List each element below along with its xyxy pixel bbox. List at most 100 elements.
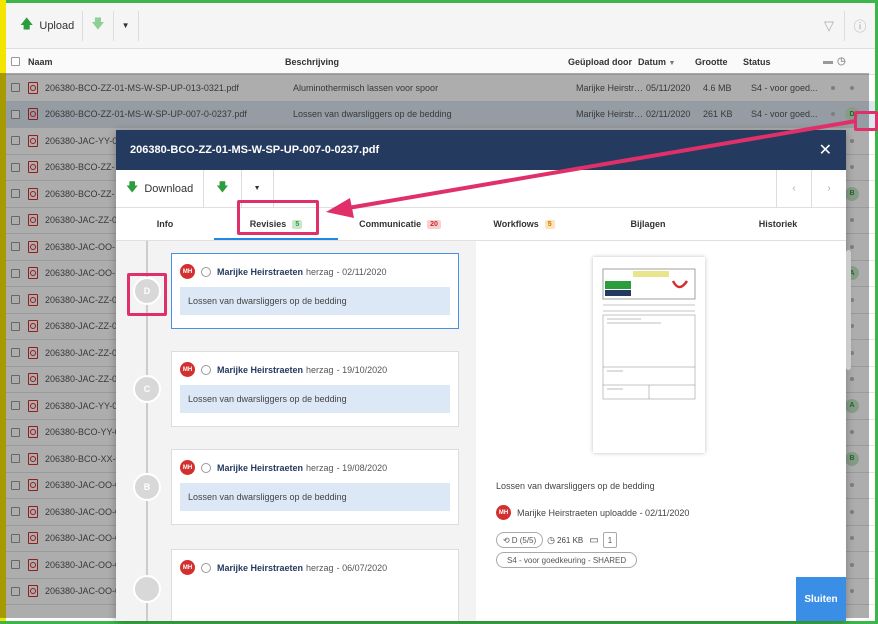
toolbar-divider	[272, 169, 274, 208]
revision-author: Marijke Heirstraeten	[217, 364, 304, 375]
document-thumbnail[interactable]	[593, 257, 705, 453]
attachment-count-pill[interactable]: 1	[602, 532, 618, 548]
preview-description: Lossen van dwarsliggers op de bedding	[496, 481, 655, 491]
col-status[interactable]: Status	[743, 57, 823, 67]
revision-marker: B	[133, 473, 161, 501]
close-button[interactable]: Sluiten	[796, 577, 846, 621]
history-icon	[201, 266, 211, 277]
col-naam[interactable]: Naam	[20, 57, 285, 67]
avatar: MH	[180, 560, 195, 575]
grid-header: Naam Beschrijving Geüpload door Datum ▼ …	[6, 49, 875, 75]
revision-marker: C	[133, 375, 161, 403]
avatar: MH	[180, 362, 195, 377]
modal-header: 206380-BCO-ZZ-01-MS-W-SP-UP-007-0-0237.p…	[116, 130, 846, 170]
preview-meta-pills: ⟲ D (5/5) ◷ 261 KB ▭ 1	[496, 532, 621, 548]
tab-info[interactable]: Info	[116, 208, 214, 240]
modal-toolbar: 🡇 Download 🡇 ▼ ‹ ›	[116, 169, 846, 208]
arrow-down-icon: 🡇	[126, 180, 139, 194]
tab-workflows[interactable]: Workflows 5	[462, 208, 586, 240]
avatar: MH	[180, 264, 195, 279]
tab-communicatie[interactable]: Communicatie 20	[338, 208, 462, 240]
revision-header: MH Marijke Heirstraeten herzag - 06/07/2020	[180, 560, 450, 575]
col-datum-label: Datum	[638, 56, 667, 67]
modal-download-options-button[interactable]: 🡇	[204, 170, 240, 208]
tab-bijlagen-label: Bijlagen	[630, 219, 666, 229]
preview-uploader: MH Marijke Heirstraeten uploadde - 02/11…	[496, 505, 689, 520]
revision-action: herzag	[306, 462, 334, 473]
history-icon	[201, 562, 211, 573]
revision-date: - 19/08/2020	[336, 462, 388, 473]
info-icon: ⓘ	[853, 19, 867, 34]
tab-revisies-count: 5	[292, 219, 303, 229]
tab-revisies[interactable]: Revisies 5	[214, 208, 338, 240]
revision-pill[interactable]: ⟲ D (5/5)	[496, 532, 544, 548]
col-geupload-door[interactable]: Geüpload door	[568, 57, 638, 67]
revision-author: Marijke Heirstraeten	[217, 266, 304, 277]
folder-icon[interactable]: ▭	[589, 535, 598, 546]
preview-scrollbar[interactable]	[846, 250, 851, 370]
col-beschrijving[interactable]: Beschrijving	[285, 57, 568, 67]
preview-uploader-text: Marijke Heirstraeten uploadde - 02/11/20…	[517, 507, 690, 518]
revision-card[interactable]: MH Marijke Heirstraeten herzag - 06/07/2020	[171, 549, 459, 621]
revision-date: - 02/11/2020	[336, 266, 387, 277]
revision-author: Marijke Heirstraeten	[217, 462, 304, 473]
avatar: MH	[180, 460, 195, 475]
close-icon[interactable]: ✕	[819, 140, 832, 160]
tab-historiek[interactable]: Historiek	[710, 208, 846, 240]
history-icon: ⟲	[503, 535, 510, 545]
col-grootte[interactable]: Grootte	[695, 57, 743, 67]
revision-card[interactable]: MH Marijke Heirstraeten herzag - 19/10/2020…	[171, 351, 459, 427]
download-button[interactable]: 🡇	[83, 11, 112, 41]
tab-bijlagen[interactable]: Bijlagen	[586, 208, 710, 240]
tab-communicatie-count: 20	[427, 219, 441, 229]
revision-card[interactable]: MH Marijke Heirstraeten herzag - 19/08/2020…	[171, 449, 459, 525]
preview-status: S4 - voor goedkeuring - SHARED	[496, 552, 641, 568]
history-icon	[201, 364, 211, 375]
modal-title: 206380-BCO-ZZ-01-MS-W-SP-UP-007-0-0237.p…	[130, 144, 380, 156]
info-button[interactable]: ⓘ	[845, 11, 875, 41]
revision-action: herzag	[306, 562, 334, 573]
previous-icon[interactable]: ‹	[777, 183, 811, 194]
revision-description: Lossen van dwarsliggers op de bedding	[180, 483, 450, 511]
avatar: MH	[496, 505, 511, 520]
clock-icon: ◷	[547, 534, 556, 545]
more-dropdown-button[interactable]: ▼	[114, 11, 138, 41]
revision-marker	[133, 575, 161, 603]
revision-pill-label: D (5/5)	[511, 535, 537, 545]
toolbar-divider	[137, 10, 139, 41]
tab-workflows-label: Workflows	[493, 219, 539, 229]
filter-icon: ▽	[824, 17, 834, 33]
tab-historiek-label: Historiek	[758, 219, 798, 229]
revision-icon: ◷	[837, 56, 846, 67]
filter-button[interactable]: ▽	[814, 11, 844, 41]
tab-revisies-label: Revisies	[249, 219, 287, 229]
modal-download-button[interactable]: 🡇 Download	[116, 170, 203, 208]
tab-workflows-count: 5	[544, 219, 555, 229]
toolbar: 🡅 Upload 🡇 ▼ ▽ ⓘ	[6, 3, 875, 49]
revision-header: MH Marijke Heirstraeten herzag - 02/11/2020	[180, 264, 450, 279]
tab-info-label: Info	[156, 219, 174, 229]
tab-communicatie-label: Communicatie	[359, 219, 422, 229]
col-datum[interactable]: Datum ▼	[638, 57, 695, 67]
upload-label: Upload	[39, 19, 75, 32]
chevron-down-icon: ▼	[121, 21, 130, 30]
arrow-up-icon: 🡅	[20, 15, 34, 31]
select-all-checkbox[interactable]	[11, 57, 20, 66]
revision-description: Lossen van dwarsliggers op de bedding	[180, 287, 450, 315]
revision-card[interactable]: MH Marijke Heirstraeten herzag - 02/11/2020…	[171, 253, 459, 329]
revision-description: Lossen van dwarsliggers op de bedding	[180, 385, 450, 413]
chevron-down-icon: ▼	[253, 185, 261, 192]
revision-date: - 06/07/2020	[336, 562, 388, 573]
document-thumbnail-drawing	[601, 267, 697, 443]
modal-more-dropdown[interactable]: ▼	[242, 170, 273, 208]
revision-action: herzag	[306, 266, 334, 277]
next-icon[interactable]: ›	[812, 183, 846, 194]
revision-action: herzag	[306, 364, 334, 375]
download-options-icon: 🡇	[216, 180, 229, 194]
folder-icon: ▬	[823, 56, 833, 67]
download-label: Download	[144, 182, 194, 195]
active-tab-indicator	[214, 238, 338, 240]
upload-button[interactable]: 🡅 Upload	[12, 11, 82, 41]
file-detail-modal: 206380-BCO-ZZ-01-MS-W-SP-UP-007-0-0237.p…	[116, 130, 851, 621]
revision-author: Marijke Heirstraeten	[217, 562, 304, 573]
